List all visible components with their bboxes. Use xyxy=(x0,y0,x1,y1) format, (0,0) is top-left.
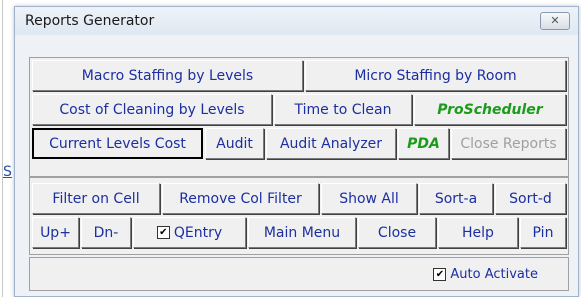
auto-activate-toggle[interactable]: ✔ Auto Activate xyxy=(433,267,538,282)
close-button[interactable]: Close xyxy=(358,217,436,248)
reports-generator-window: Reports Generator ✕ Macro Staffing by Le… xyxy=(14,6,579,297)
sort-descending-button[interactable]: Sort-d xyxy=(495,183,566,214)
qentry-checkbox[interactable]: ✔ xyxy=(156,226,170,239)
pda-button[interactable]: PDA xyxy=(398,128,449,159)
title-bar[interactable]: Reports Generator ✕ xyxy=(15,7,578,35)
qentry-toggle[interactable]: ✔ QEntry xyxy=(133,217,246,248)
auto-activate-label: Auto Activate xyxy=(450,267,538,282)
down-button[interactable]: Dn- xyxy=(81,217,131,248)
show-all-label: Show All xyxy=(339,190,399,207)
close-reports-button: Close Reports xyxy=(451,128,566,159)
background-text-fragment: S xyxy=(3,164,12,180)
up-button[interactable]: Up+ xyxy=(32,217,79,248)
macro-staffing-label: Macro Staffing by Levels xyxy=(81,67,254,84)
pda-label: PDA xyxy=(407,135,440,152)
sort-descending-label: Sort-d xyxy=(509,190,552,207)
pin-label: Pin xyxy=(532,224,554,241)
time-to-clean-button[interactable]: Time to Clean xyxy=(274,94,412,125)
close-icon: ✕ xyxy=(550,14,560,27)
micro-staffing-button[interactable]: Micro Staffing by Room xyxy=(305,60,566,91)
micro-staffing-label: Micro Staffing by Room xyxy=(354,67,517,84)
proscheduler-label: ProScheduler xyxy=(437,101,543,118)
status-panel: ✔ Auto Activate xyxy=(29,257,569,291)
main-menu-label: Main Menu xyxy=(263,224,341,241)
down-label: Dn- xyxy=(93,224,119,241)
help-label: Help xyxy=(462,224,494,241)
up-label: Up+ xyxy=(40,224,71,241)
audit-analyzer-button[interactable]: Audit Analyzer xyxy=(266,128,396,159)
close-label: Close xyxy=(377,224,417,241)
filter-on-cell-label: Filter on Cell xyxy=(52,190,140,207)
audit-analyzer-label: Audit Analyzer xyxy=(279,135,383,152)
window-title: Reports Generator xyxy=(25,13,155,29)
time-to-clean-label: Time to Clean xyxy=(294,101,392,118)
sort-ascending-label: Sort-a xyxy=(434,190,478,207)
audit-label: Audit xyxy=(216,135,253,152)
cost-cleaning-button[interactable]: Cost of Cleaning by Levels xyxy=(32,94,272,125)
sort-ascending-button[interactable]: Sort-a xyxy=(419,183,493,214)
close-window-button[interactable]: ✕ xyxy=(540,12,570,30)
macro-staffing-button[interactable]: Macro Staffing by Levels xyxy=(32,60,303,91)
auto-activate-checkbox[interactable]: ✔ xyxy=(433,268,447,281)
close-reports-label: Close Reports xyxy=(460,135,557,152)
main-menu-button[interactable]: Main Menu xyxy=(248,217,356,248)
current-levels-cost-label: Current Levels Cost xyxy=(49,135,186,152)
checkmark-icon: ✔ xyxy=(159,227,168,238)
current-levels-cost-button[interactable]: Current Levels Cost xyxy=(32,128,203,159)
help-button[interactable]: Help xyxy=(438,217,518,248)
remove-col-filter-button[interactable]: Remove Col Filter xyxy=(162,183,319,214)
qentry-label: QEntry xyxy=(173,224,223,241)
remove-col-filter-label: Remove Col Filter xyxy=(179,190,302,207)
show-all-button[interactable]: Show All xyxy=(321,183,417,214)
cost-cleaning-label: Cost of Cleaning by Levels xyxy=(59,101,245,118)
checkmark-icon: ✔ xyxy=(435,269,445,280)
pin-button[interactable]: Pin xyxy=(520,217,566,248)
proscheduler-button[interactable]: ProScheduler xyxy=(414,94,566,125)
audit-button[interactable]: Audit xyxy=(205,128,264,159)
filter-on-cell-button[interactable]: Filter on Cell xyxy=(32,183,160,214)
